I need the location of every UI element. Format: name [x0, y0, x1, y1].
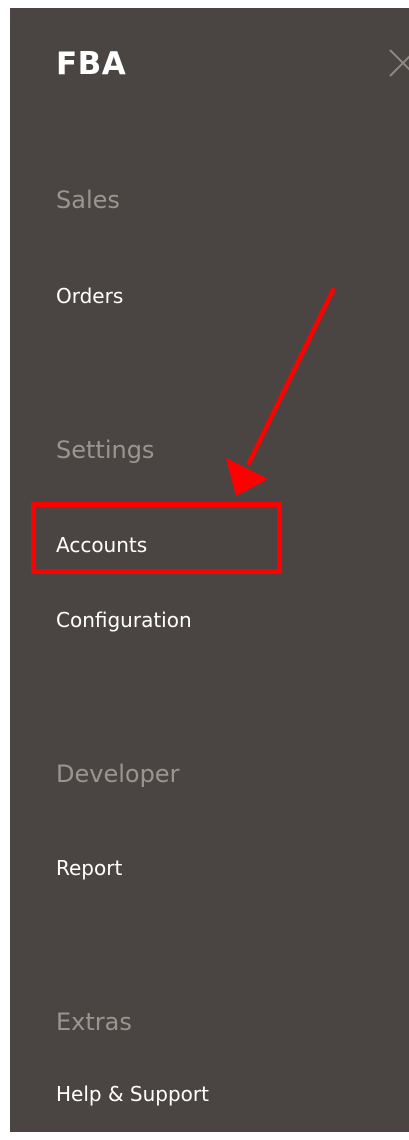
- panel-title: FBA: [56, 46, 127, 82]
- section-heading-settings: Settings: [56, 436, 155, 464]
- section-heading-developer: Developer: [56, 760, 180, 788]
- menu-item-accounts[interactable]: Accounts: [56, 533, 147, 557]
- arrow-icon: [226, 287, 336, 496]
- menu-item-configuration[interactable]: Configuration: [56, 608, 192, 632]
- section-heading-sales: Sales: [56, 186, 120, 214]
- flyout-panel: FBA Sales Orders Settings Accounts Confi…: [10, 8, 409, 1132]
- menu-item-help-support[interactable]: Help & Support: [56, 1082, 209, 1106]
- close-icon[interactable]: [388, 48, 409, 78]
- menu-item-report[interactable]: Report: [56, 856, 122, 880]
- menu-item-orders[interactable]: Orders: [56, 284, 123, 308]
- section-heading-extras: Extras: [56, 1008, 132, 1036]
